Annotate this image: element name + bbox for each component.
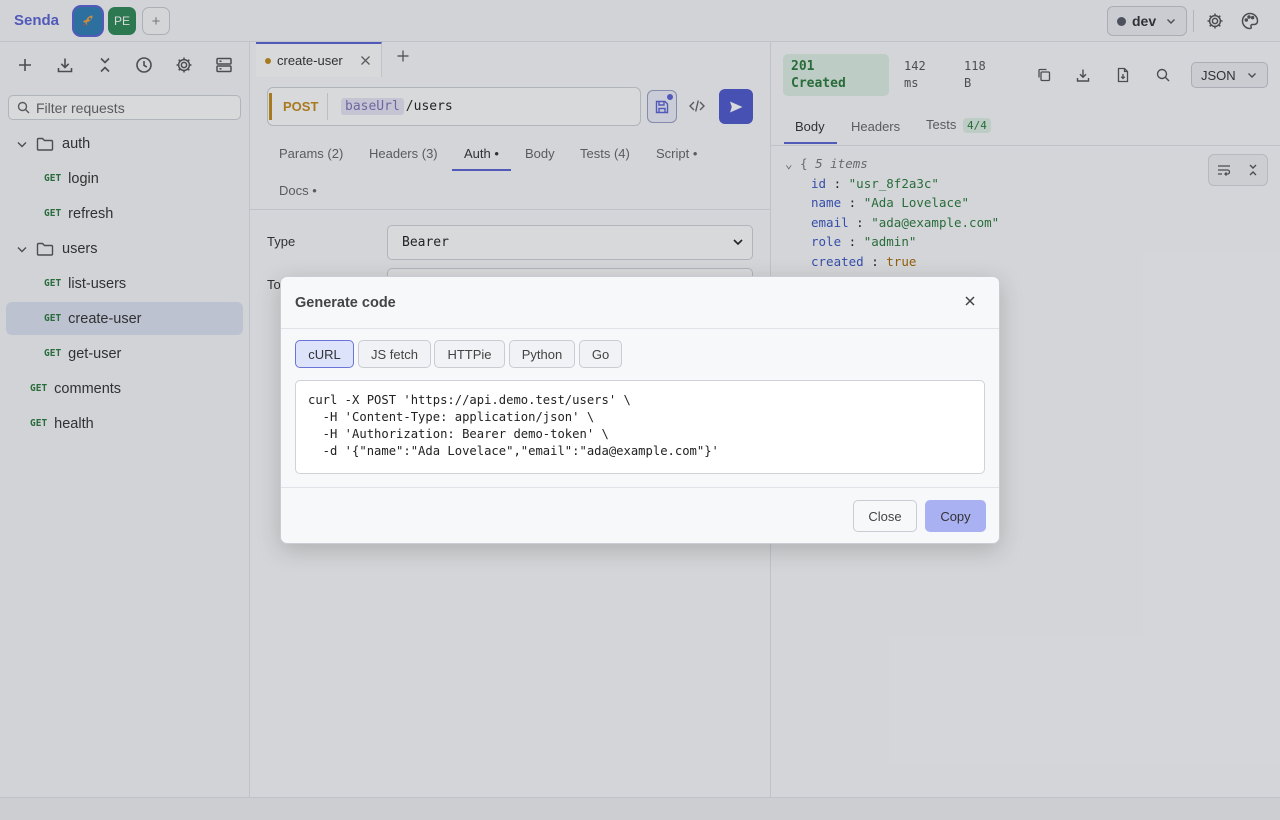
generated-code-block[interactable]: curl -X POST 'https://api.demo.test/user… — [295, 380, 985, 474]
close-button[interactable]: Close — [853, 500, 917, 532]
lang-tab-go[interactable]: Go — [579, 340, 622, 368]
lang-tab-httpie[interactable]: HTTPie — [434, 340, 505, 368]
dialog-footer-divider — [281, 487, 999, 488]
generate-code-dialog: Generate code cURL JS fetch HTTPie Pytho… — [280, 276, 1000, 544]
dialog-header-divider — [281, 328, 999, 329]
dialog-title: Generate code — [295, 295, 396, 311]
lang-tab-curl[interactable]: cURL — [295, 340, 354, 368]
lang-tab-js-fetch[interactable]: JS fetch — [358, 340, 431, 368]
copy-button[interactable]: Copy — [925, 500, 986, 532]
lang-tab-python[interactable]: Python — [509, 340, 575, 368]
close-icon[interactable] — [964, 295, 976, 307]
